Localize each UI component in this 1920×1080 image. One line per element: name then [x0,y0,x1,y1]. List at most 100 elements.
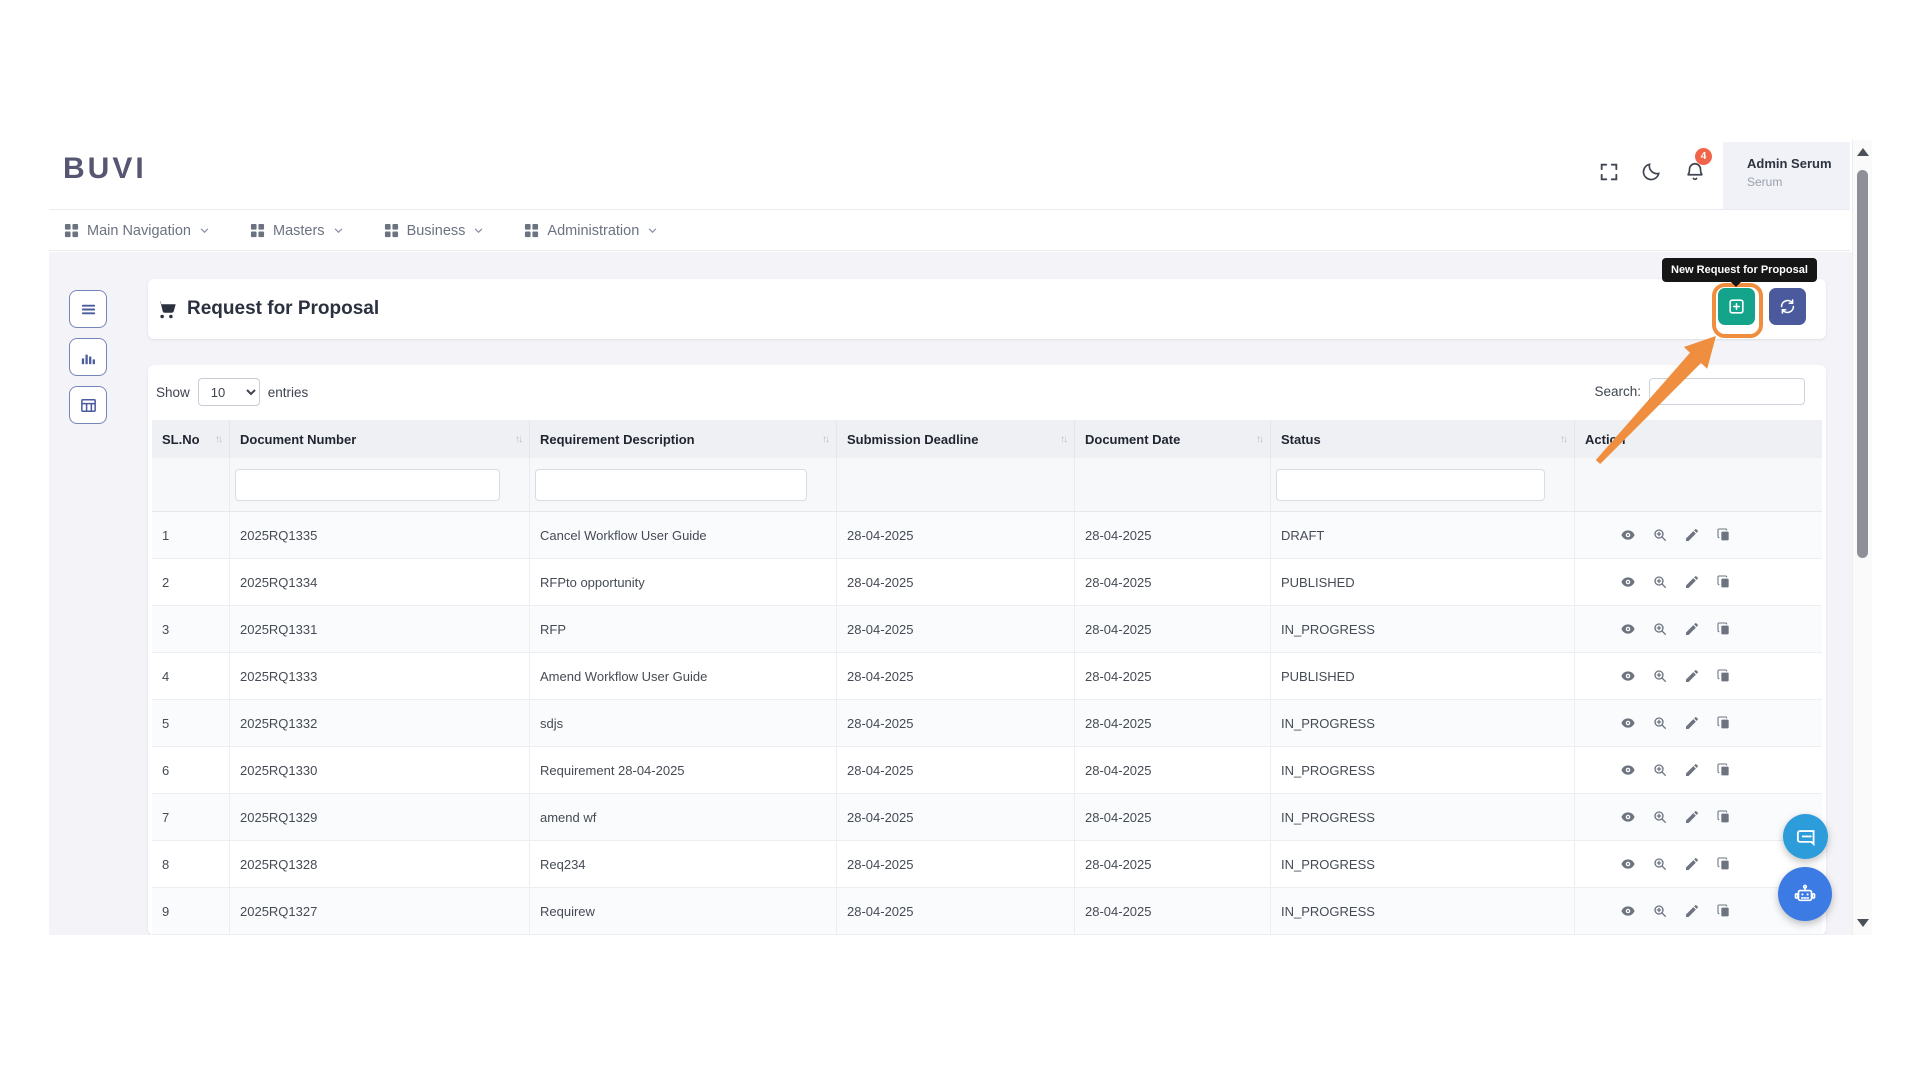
pencil-icon [1685,716,1698,729]
copy-button[interactable] [1715,668,1732,685]
scrollbar-thumb[interactable] [1857,170,1868,558]
scroll-down-arrow-icon[interactable] [1857,919,1869,927]
cell-requirement-description: Req234 [530,841,837,887]
copy-button[interactable] [1715,621,1732,638]
copy-icon [1716,903,1729,916]
copy-icon [1716,668,1729,681]
cell-actions [1575,606,1822,652]
edit-button[interactable] [1683,527,1700,544]
edit-button[interactable] [1683,856,1700,873]
copy-button[interactable] [1715,762,1732,779]
page-size-control: Show 10 entries [156,378,308,406]
bot-button[interactable] [1778,867,1832,921]
cell-slno: 7 [152,794,230,840]
data-table: SL.No ↑↓ Document Number ↑↓ Requirement De… [152,420,1822,935]
column-header-requirement-description[interactable]: Requirement Description ↑↓ [530,420,837,458]
copy-button[interactable] [1715,574,1732,591]
dark-mode-button[interactable] [1638,160,1664,186]
filter-requirement-description-input[interactable] [535,468,807,501]
zoom-preview-button[interactable] [1651,856,1668,873]
zoom-preview-button[interactable] [1651,527,1668,544]
view-button[interactable] [1619,574,1636,591]
hamburger-icon [81,304,95,314]
cell-submission-deadline: 28-04-2025 [837,512,1075,558]
view-button[interactable] [1619,527,1636,544]
cart-icon [158,300,176,318]
cell-actions [1575,559,1822,605]
cell-document-date: 28-04-2025 [1075,606,1271,652]
copy-button[interactable] [1715,856,1732,873]
edit-button[interactable] [1683,762,1700,779]
user-menu[interactable]: Admin Serum Serum [1723,142,1850,209]
scroll-up-arrow-icon[interactable] [1857,148,1869,156]
zoom-preview-button[interactable] [1651,903,1668,920]
column-header-slno[interactable]: SL.No ↑↓ [152,420,230,458]
magnifier-plus-icon [1653,622,1666,635]
nav-item-masters[interactable]: Masters [250,223,344,239]
sort-icon: ↑↓ [515,433,523,445]
copy-button[interactable] [1715,809,1732,826]
copy-button[interactable] [1715,903,1732,920]
cell-status: IN_PROGRESS [1271,888,1575,934]
edit-button[interactable] [1683,668,1700,685]
table-row: 1 2025RQ1335 Cancel Workflow User Guide … [152,512,1822,559]
rail-menu-button[interactable] [69,290,107,328]
chat-button[interactable] [1783,814,1828,859]
cell-document-number: 2025RQ1333 [230,653,530,699]
edit-button[interactable] [1683,574,1700,591]
table-icon [80,398,96,412]
edit-button[interactable] [1683,715,1700,732]
zoom-preview-button[interactable] [1651,715,1668,732]
eye-icon [1620,905,1635,916]
cell-document-number: 2025RQ1334 [230,559,530,605]
magnifier-plus-icon [1653,528,1666,541]
eye-icon [1620,576,1635,587]
zoom-preview-button[interactable] [1651,762,1668,779]
column-header-document-date[interactable]: Document Date ↑↓ [1075,420,1271,458]
edit-button[interactable] [1683,809,1700,826]
pencil-icon [1685,857,1698,870]
rail-table-button[interactable] [69,386,107,424]
column-header-document-number[interactable]: Document Number ↑↓ [230,420,530,458]
cell-submission-deadline: 28-04-2025 [837,794,1075,840]
grid-icon [525,223,539,238]
copy-button[interactable] [1715,527,1732,544]
vertical-scrollbar [1852,140,1872,935]
view-button[interactable] [1619,762,1636,779]
cell-actions [1575,700,1822,746]
chevron-down-icon [648,228,657,234]
view-button[interactable] [1619,621,1636,638]
column-header-status[interactable]: Status ↑↓ [1271,420,1575,458]
page-size-select[interactable]: 10 [197,378,260,406]
zoom-preview-button[interactable] [1651,668,1668,685]
copy-button[interactable] [1715,715,1732,732]
cell-document-date: 28-04-2025 [1075,841,1271,887]
view-button[interactable] [1619,668,1636,685]
fullscreen-button[interactable] [1596,160,1622,186]
table-row: 9 2025RQ1327 Requirew 28-04-2025 28-04-2… [152,888,1822,935]
column-header-submission-deadline[interactable]: Submission Deadline ↑↓ [837,420,1075,458]
nav-item-label: Masters [272,222,325,239]
view-button[interactable] [1619,809,1636,826]
nav-item-main-navigation[interactable]: Main Navigation [64,223,210,239]
view-button[interactable] [1619,715,1636,732]
entries-label: entries [267,384,309,400]
view-button[interactable] [1619,856,1636,873]
zoom-preview-button[interactable] [1651,621,1668,638]
nav-item-administration[interactable]: Administration [524,223,658,239]
nav-item-business[interactable]: Business [384,223,485,239]
cell-slno: 5 [152,700,230,746]
moon-icon [1642,162,1660,180]
pencil-icon [1685,575,1698,588]
zoom-preview-button[interactable] [1651,809,1668,826]
view-button[interactable] [1619,903,1636,920]
cell-document-date: 28-04-2025 [1075,512,1271,558]
filter-status-input[interactable] [1276,468,1545,501]
edit-button[interactable] [1683,621,1700,638]
edit-button[interactable] [1683,903,1700,920]
sort-icon: ↑↓ [1256,433,1264,445]
filter-document-number-input[interactable] [235,468,500,501]
tooltip-new-request: New Request for Proposal [1662,258,1817,282]
zoom-preview-button[interactable] [1651,574,1668,591]
rail-chart-button[interactable] [69,338,107,376]
